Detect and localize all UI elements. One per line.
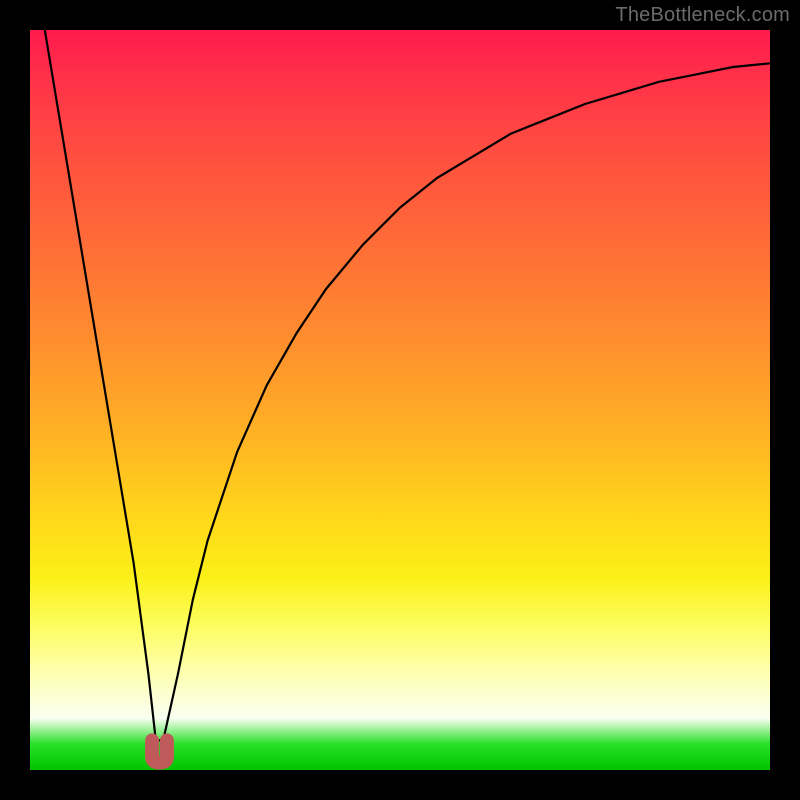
chart-frame: TheBottleneck.com bbox=[0, 0, 800, 800]
bottleneck-curve bbox=[45, 30, 770, 740]
watermark-text: TheBottleneck.com bbox=[615, 4, 790, 27]
plot-area bbox=[30, 30, 770, 770]
optimum-marker-path bbox=[152, 740, 167, 762]
curve-path bbox=[45, 30, 770, 740]
optimum-marker bbox=[152, 740, 167, 762]
curve-svg bbox=[30, 30, 770, 770]
